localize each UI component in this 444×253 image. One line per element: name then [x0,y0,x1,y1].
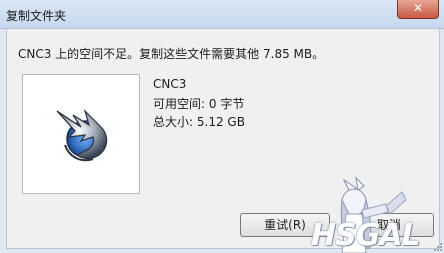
free-space-label: 可用空间: [153,97,206,111]
close-button[interactable]: ✕ [397,0,439,19]
free-space-row: 可用空间: 0 字节 [153,95,244,112]
dialog-body: CNC3 上的空间不足。复制这些文件需要其他 7.85 MB。 CNC3 可用空… [6,28,440,249]
error-message: CNC3 上的空间不足。复制这些文件需要其他 7.85 MB。 [18,47,325,61]
cancel-button[interactable]: 取消 [344,213,434,237]
window-title: 复制文件夹 [6,9,67,23]
total-size-row: 总大小: 5.12 GB [153,113,245,130]
resize-grip-icon[interactable] [432,241,442,251]
title-bar: 复制文件夹 ✕ [0,0,444,29]
retry-button[interactable]: 重试(R) [240,213,330,237]
close-icon: ✕ [412,1,424,15]
total-size-label: 总大小: [153,115,194,129]
total-size-value: 5.12 GB [196,115,245,129]
icon-frame [22,74,140,194]
cnc3-app-icon [56,108,108,162]
drive-name: CNC3 [153,77,187,91]
free-space-value: 0 字节 [208,97,245,111]
